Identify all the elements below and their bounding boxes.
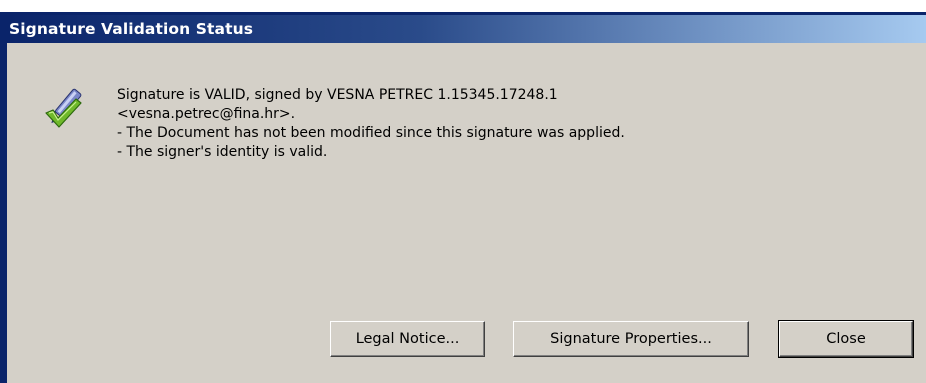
dialog-title: Signature Validation Status: [9, 20, 254, 38]
close-button-label: Close: [826, 331, 866, 347]
close-button[interactable]: Close: [778, 320, 914, 358]
legal-notice-button-label: Legal Notice...: [355, 331, 460, 347]
message-line: <vesna.petrec@fina.hr>.: [117, 106, 296, 122]
signature-properties-button[interactable]: Signature Properties...: [513, 321, 749, 357]
legal-notice-button[interactable]: Legal Notice...: [330, 321, 485, 357]
signature-properties-button-label: Signature Properties...: [550, 331, 712, 347]
valid-signature-icon: [43, 85, 85, 131]
message-line: - The signer's identity is valid.: [117, 144, 328, 160]
dialog-content: Signature is VALID, signed by VESNA PETR…: [7, 43, 926, 383]
message-line: - The Document has not been modified sin…: [117, 125, 625, 141]
message-line: Signature is VALID, signed by VESNA PETR…: [117, 87, 558, 103]
page: Signature Validation Status Signature is…: [0, 0, 926, 383]
dialog-titlebar[interactable]: Signature Validation Status: [7, 15, 926, 43]
validation-message: Signature is VALID, signed by VESNA PETR…: [117, 86, 625, 162]
signature-validation-dialog: Signature Validation Status Signature is…: [0, 12, 926, 383]
